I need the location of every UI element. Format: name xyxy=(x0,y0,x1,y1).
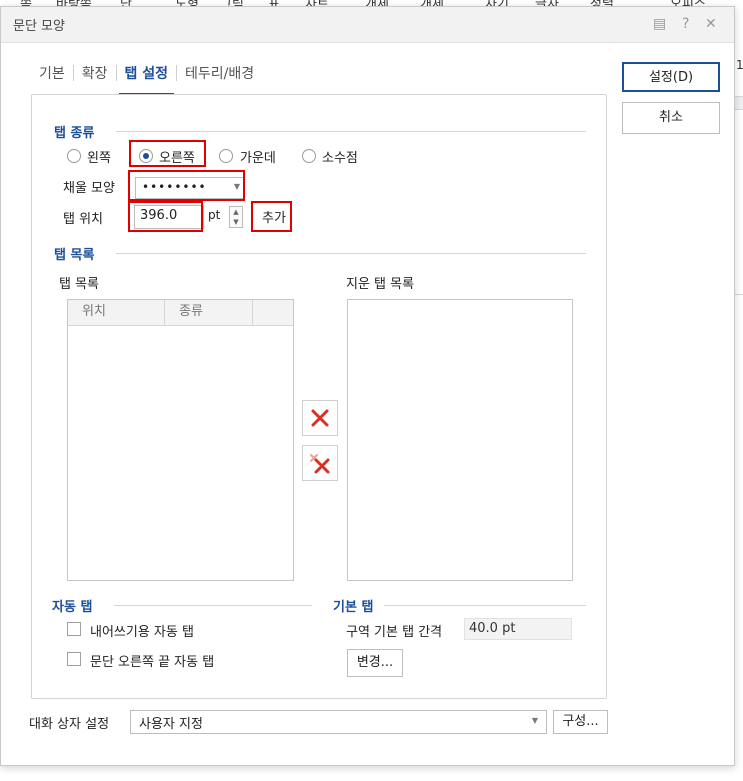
dialog-settings-combo[interactable]: 사용자 지정 ▼ xyxy=(130,710,547,734)
add-tab-button[interactable]: 추가 xyxy=(262,207,286,226)
default-tab-interval-value: 40.0 pt xyxy=(464,618,572,640)
delete-all-x-icon xyxy=(310,454,330,474)
section-auto-tab: 자동 탭 xyxy=(52,600,93,615)
background-number: 16 xyxy=(736,58,743,72)
radio-left[interactable] xyxy=(67,149,81,163)
tab-position-unit: pt xyxy=(208,208,221,222)
removed-tab-list-label: 지운 탭 목록 xyxy=(346,277,415,292)
tab-extended[interactable]: 확장 xyxy=(76,59,114,87)
hanging-auto-tab-label: 내어쓰기용 자동 탭 xyxy=(90,625,194,640)
tab-list-label: 탭 목록 xyxy=(59,277,100,292)
chat-icon[interactable]: ▤ xyxy=(653,16,666,32)
dialog-settings-value: 사용자 지정 xyxy=(139,717,203,732)
right-end-auto-tab-label: 문단 오른쪽 끝 자동 탭 xyxy=(90,655,215,670)
help-icon[interactable]: ? xyxy=(682,16,689,32)
section-tab-type: 탭 종류 xyxy=(54,126,95,141)
section-divider xyxy=(116,131,586,132)
radio-center-label: 가운데 xyxy=(240,151,276,166)
dialog-settings-label: 대화 상자 설정 xyxy=(29,717,110,732)
dialog-title: 문단 모양 xyxy=(13,19,65,34)
radio-center[interactable] xyxy=(219,149,233,163)
fill-shape-combo[interactable]: •••••••• ▼ xyxy=(135,177,245,199)
column-position[interactable]: 위치 xyxy=(68,300,165,326)
tab-list[interactable]: 위치 종류 xyxy=(67,299,294,581)
tab-settings-panel: 탭 종류 왼쪽 오른쪽 가운데 소수점 채울 모양 •••••••• ▼ 탭 위… xyxy=(31,94,607,699)
section-tab-list: 탭 목록 xyxy=(54,248,95,263)
radio-right[interactable] xyxy=(139,149,153,163)
tab-tab-settings[interactable]: 탭 설정 xyxy=(118,59,175,95)
section-divider xyxy=(384,605,586,606)
tab-position-label: 탭 위치 xyxy=(63,212,104,227)
checkbox-hanging-auto-tab[interactable] xyxy=(67,622,81,636)
stepper-down-icon[interactable]: ▼ xyxy=(230,217,242,227)
removed-tab-list[interactable] xyxy=(347,299,573,581)
delete-x-icon xyxy=(311,409,329,427)
tab-divider xyxy=(176,65,178,81)
section-divider xyxy=(114,605,312,606)
radio-right-label: 오른쪽 xyxy=(159,151,195,166)
tab-border-background[interactable]: 테두리/배경 xyxy=(179,59,260,87)
default-tab-interval-label: 구역 기본 탭 간격 xyxy=(346,625,443,640)
change-button[interactable]: 변경... xyxy=(347,649,403,677)
tab-list-header: 위치 종류 xyxy=(68,300,293,326)
dialog-tabs: 기본 확장 탭 설정 테두리/배경 xyxy=(33,59,260,95)
paragraph-shape-dialog: 문단 모양 ▤ ? ✕ 기본 확장 탭 설정 테두리/배경 설정(D) 취소 탭… xyxy=(0,6,735,766)
close-icon[interactable]: ✕ xyxy=(705,16,717,32)
configure-button[interactable]: 구성... xyxy=(553,710,608,734)
checkbox-right-end-auto-tab[interactable] xyxy=(67,652,81,666)
tab-position-stepper[interactable]: ▲ ▼ xyxy=(229,206,243,228)
delete-all-tabs-button[interactable] xyxy=(302,445,338,481)
stepper-up-icon[interactable]: ▲ xyxy=(230,207,242,217)
section-divider xyxy=(116,253,586,254)
tab-divider xyxy=(115,65,117,81)
fill-shape-label: 채울 모양 xyxy=(63,181,115,196)
chevron-down-icon: ▼ xyxy=(233,182,240,191)
section-default-tab: 기본 탭 xyxy=(333,600,374,615)
tab-basic[interactable]: 기본 xyxy=(33,59,71,87)
column-type[interactable]: 종류 xyxy=(165,300,253,326)
delete-tab-button[interactable] xyxy=(302,400,338,436)
chevron-down-icon: ▼ xyxy=(531,716,538,725)
radio-left-label: 왼쪽 xyxy=(87,151,111,166)
dialog-titlebar[interactable]: 문단 모양 ▤ ? ✕ xyxy=(1,7,734,43)
fill-shape-value: •••••••• xyxy=(142,180,207,194)
radio-decimal-label: 소수점 xyxy=(322,151,358,166)
radio-decimal[interactable] xyxy=(302,149,316,163)
cancel-button[interactable]: 취소 xyxy=(622,102,720,134)
ok-button[interactable]: 설정(D) xyxy=(622,62,720,92)
tab-position-input[interactable]: 396.0 xyxy=(134,205,204,229)
tab-divider xyxy=(72,65,74,81)
